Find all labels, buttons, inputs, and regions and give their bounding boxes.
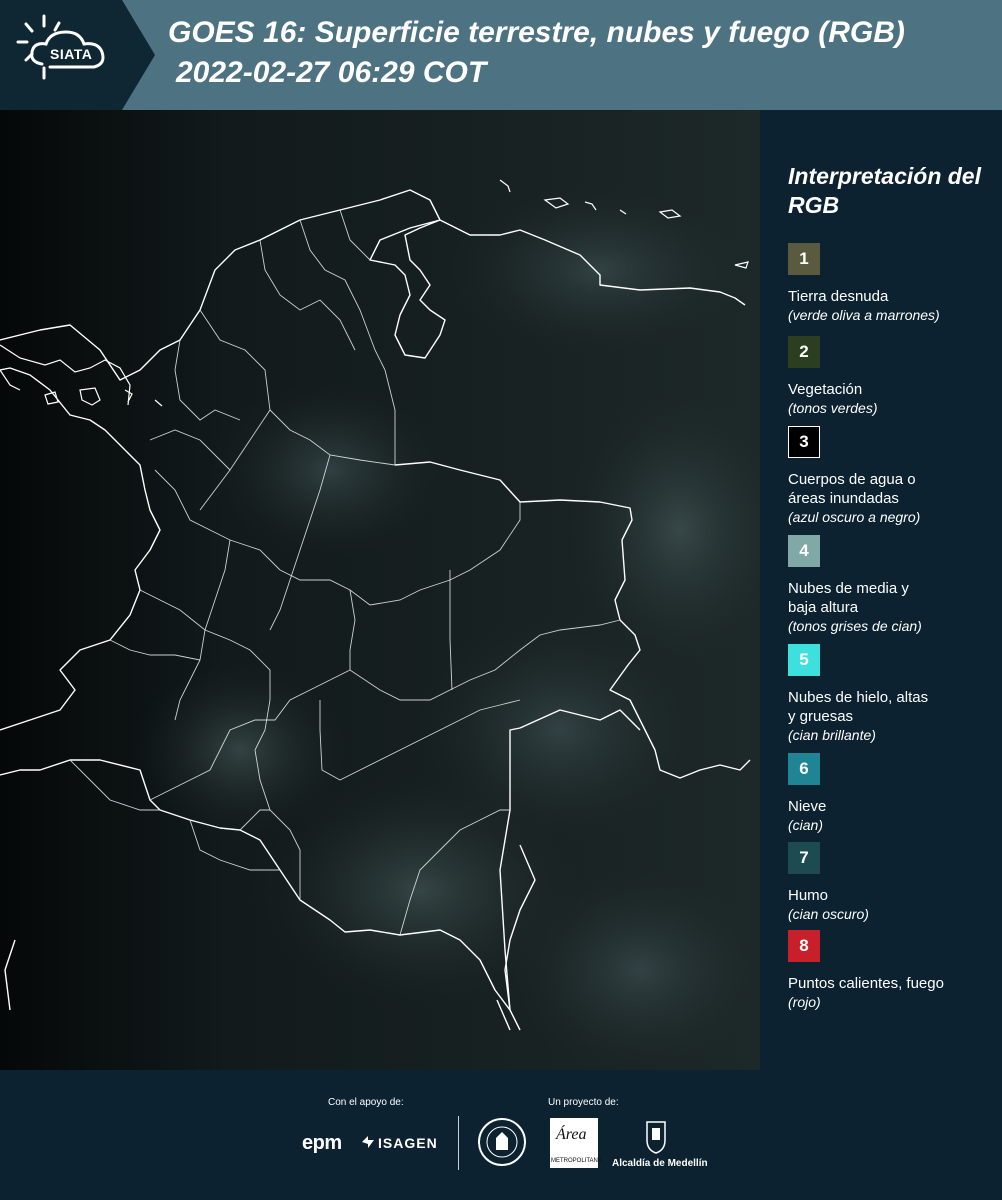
timestamp: 2022-02-27 06:29 COT xyxy=(176,56,487,89)
legend-item: 7 Humo (cian oscuro) xyxy=(788,842,998,923)
legend-sublabel: (cian oscuro) xyxy=(788,906,869,922)
isagen-logo: ISAGEN xyxy=(378,1135,438,1151)
legend-label: Humo xyxy=(788,887,829,904)
legend-label: Nieve xyxy=(788,798,827,815)
legend-swatch: 4 xyxy=(788,535,820,567)
legend-label: Nubes de hielo, altas y gruesas xyxy=(788,689,929,725)
page-title: GOES 16: Superficie terrestre, nubes y f… xyxy=(168,16,905,49)
legend-sublabel: (cian) xyxy=(788,817,824,833)
legend-sublabel: (azul oscuro a negro) xyxy=(788,509,921,525)
legend-title: Interpretación del RGB xyxy=(788,163,981,218)
legend-swatch: 8 xyxy=(788,930,820,962)
legend-swatch: 1 xyxy=(788,243,820,275)
alcaldia-shield-icon xyxy=(646,1121,666,1154)
isagen-icon xyxy=(362,1136,374,1148)
legend-sublabel: (rojo) xyxy=(788,994,821,1010)
alcaldia-logo: Alcaldía de Medellín xyxy=(612,1158,708,1169)
map-svg xyxy=(0,110,760,1070)
legend-item: 6 Nieve (cian) xyxy=(788,753,998,834)
legend-item: 1 Tierra desnuda (verde oliva a marrones) xyxy=(788,243,998,324)
footer-divider xyxy=(458,1116,459,1170)
footer: Con el apoyo de: Un proyecto de: epm ISA… xyxy=(0,1070,1002,1200)
epm-logo: epm xyxy=(302,1132,342,1154)
legend-sublabel: (tonos grises de cian) xyxy=(788,618,922,634)
area-script: Área xyxy=(556,1126,587,1143)
legend-item: 2 Vegetación (tonos verdes) xyxy=(788,336,998,417)
municipal-seal-icon xyxy=(478,1118,526,1166)
header: SIATA GOES 16: Superficie terrestre, nub… xyxy=(0,0,1002,110)
legend-label: Cuerpos de agua o áreas inundadas xyxy=(788,471,916,507)
legend-item: 5 Nubes de hielo, altas y gruesas (cian br… xyxy=(788,644,998,744)
legend-swatch: 6 xyxy=(788,753,820,785)
legend-sublabel: (cian brillante) xyxy=(788,727,876,743)
legend-swatch: 5 xyxy=(788,644,820,676)
legend-label: Vegetación xyxy=(788,381,863,398)
legend-label: Nubes de media y baja altura xyxy=(788,580,909,616)
legend-item: 3 Cuerpos de agua o áreas inundadas (azul … xyxy=(788,426,998,526)
legend-item: 4 Nubes de media y baja altura (tonos gris… xyxy=(788,535,998,635)
legend-label: Puntos calientes, fuego xyxy=(788,975,944,992)
area-small: METROPOLITANA xyxy=(551,1158,602,1164)
legend-swatch: 2 xyxy=(788,336,820,368)
satellite-map[interactable] xyxy=(0,110,761,1070)
logo-panel: SIATA xyxy=(0,0,155,110)
legend-sublabel: (tonos verdes) xyxy=(788,400,878,416)
legend-swatch: 3 xyxy=(788,426,820,458)
support-label: Con el apoyo de: xyxy=(328,1097,404,1108)
legend-item: 8 Puntos calientes, fuego (rojo) xyxy=(788,930,998,1011)
legend-label: Tierra desnuda xyxy=(788,288,889,305)
project-label: Un proyecto de: xyxy=(548,1097,619,1108)
legend-panel: Interpretación del RGB 1 Tierra desnuda (v… xyxy=(760,110,1002,1070)
legend-swatch: 7 xyxy=(788,842,820,874)
logo-text: SIATA xyxy=(50,46,93,62)
legend-sublabel: (verde oliva a marrones) xyxy=(788,307,940,323)
